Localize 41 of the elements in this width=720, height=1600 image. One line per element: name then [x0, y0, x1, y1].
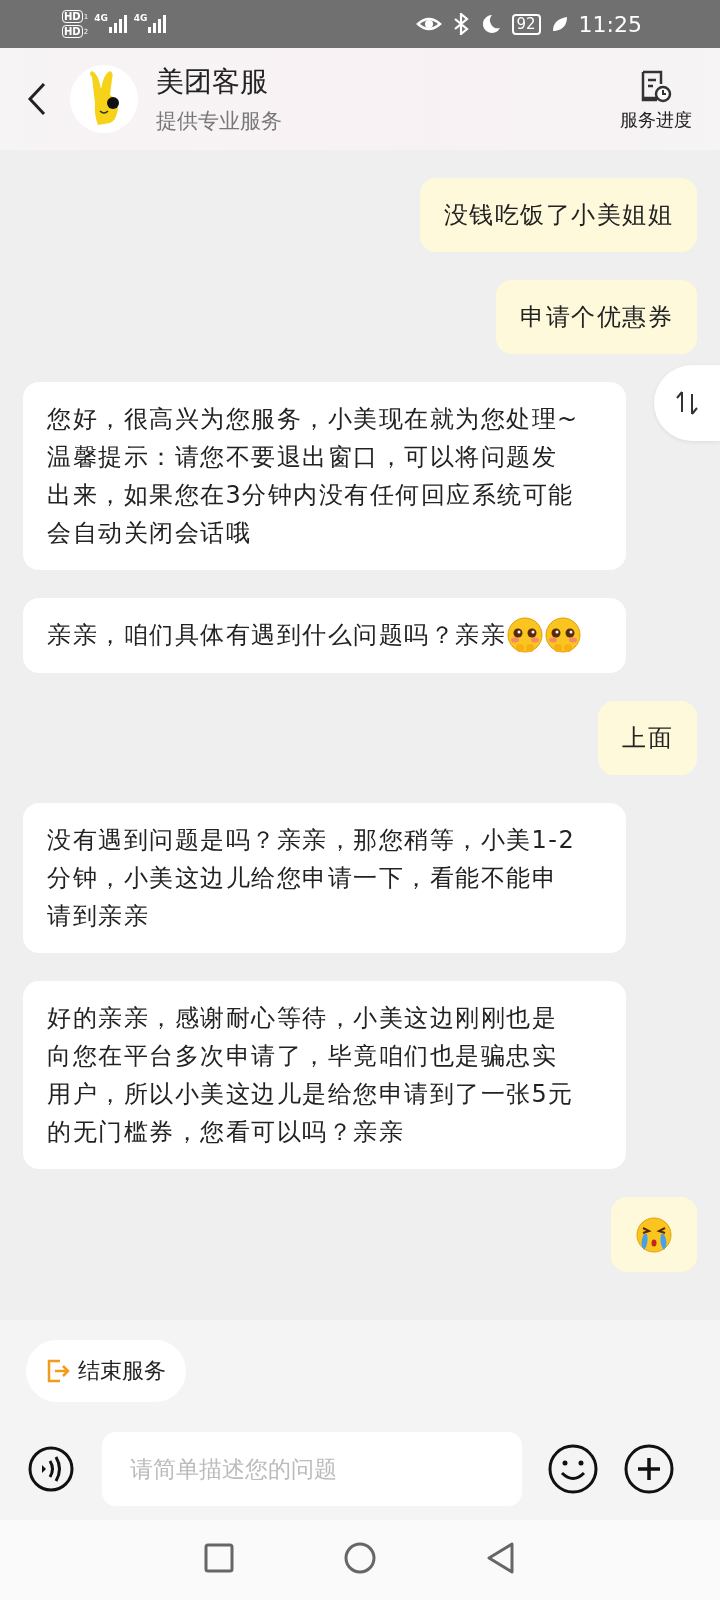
circle-icon [344, 1542, 376, 1574]
end-service-button[interactable]: 结束服务 [26, 1340, 186, 1402]
sort-button[interactable] [654, 365, 720, 441]
home-button[interactable] [344, 1542, 376, 1574]
smiley-icon [548, 1444, 598, 1494]
battery-level: 92 [511, 13, 541, 35]
hd-badge: HD [62, 25, 83, 38]
message-input[interactable]: 请简单描述您的问题 [102, 1432, 522, 1506]
service-progress-button[interactable]: 服务进度 [620, 70, 692, 132]
agent-message-bubble: 没有遇到问题是吗？亲亲，那您稍等，小美1-2分钟，小美这边儿给您申请一下，看能不能申请到亲亲 [23, 803, 626, 953]
shy-emoji-icon [506, 617, 544, 655]
document-clock-icon [639, 70, 673, 104]
hd-badge: HD [62, 10, 83, 23]
emoji-button[interactable] [548, 1444, 598, 1494]
voice-icon [28, 1446, 74, 1492]
chat-subtitle: 提供专业服务 [156, 108, 282, 135]
add-button[interactable] [624, 1444, 674, 1494]
clock-time: 11:25 [578, 11, 642, 37]
voice-button[interactable] [28, 1446, 74, 1492]
network-label: 4G [133, 13, 148, 23]
network-label: 4G [94, 13, 108, 23]
signal-icon [107, 13, 128, 35]
shy-emoji-icon [544, 617, 582, 655]
agent-message-bubble: 您好，很高兴为您服务，小美现在就为您处理~ 温馨提示：请您不要退出窗口，可以将问题发出来，如果您在3分钟内没有任何回应系统可能会自动关闭会话哦 [23, 382, 626, 570]
agent-message-bubble: 亲亲，咱们具体有遇到什么问题吗？亲亲 [23, 598, 626, 673]
agent-message-bubble: 好的亲亲，感谢耐心等待，小美这边刚刚也是向您在平台多次申请了，毕竟咱们也是骗忠实用户，所以小美这边儿是给您申请到了一张5元的无门槛券，您看可以吗？亲亲 [23, 981, 626, 1169]
swap-arrows-icon [675, 390, 699, 416]
chat-title: 美团客服 [156, 64, 269, 100]
triangle-back-icon [486, 1542, 516, 1574]
crying-emoji-icon [635, 1216, 673, 1254]
exit-icon [46, 1358, 70, 1384]
user-message-bubble: 申请个优惠券 [496, 280, 697, 354]
plus-icon [624, 1444, 674, 1494]
back-nav-button[interactable] [486, 1542, 516, 1574]
square-icon [204, 1543, 234, 1573]
user-message-bubble: 没钱吃饭了小美姐姐 [419, 178, 697, 252]
recents-button[interactable] [204, 1543, 234, 1573]
mascot-avatar [70, 65, 138, 133]
signal-icon [147, 13, 168, 35]
leaf-icon [550, 15, 569, 33]
user-message-bubble: 上面 [598, 701, 697, 775]
